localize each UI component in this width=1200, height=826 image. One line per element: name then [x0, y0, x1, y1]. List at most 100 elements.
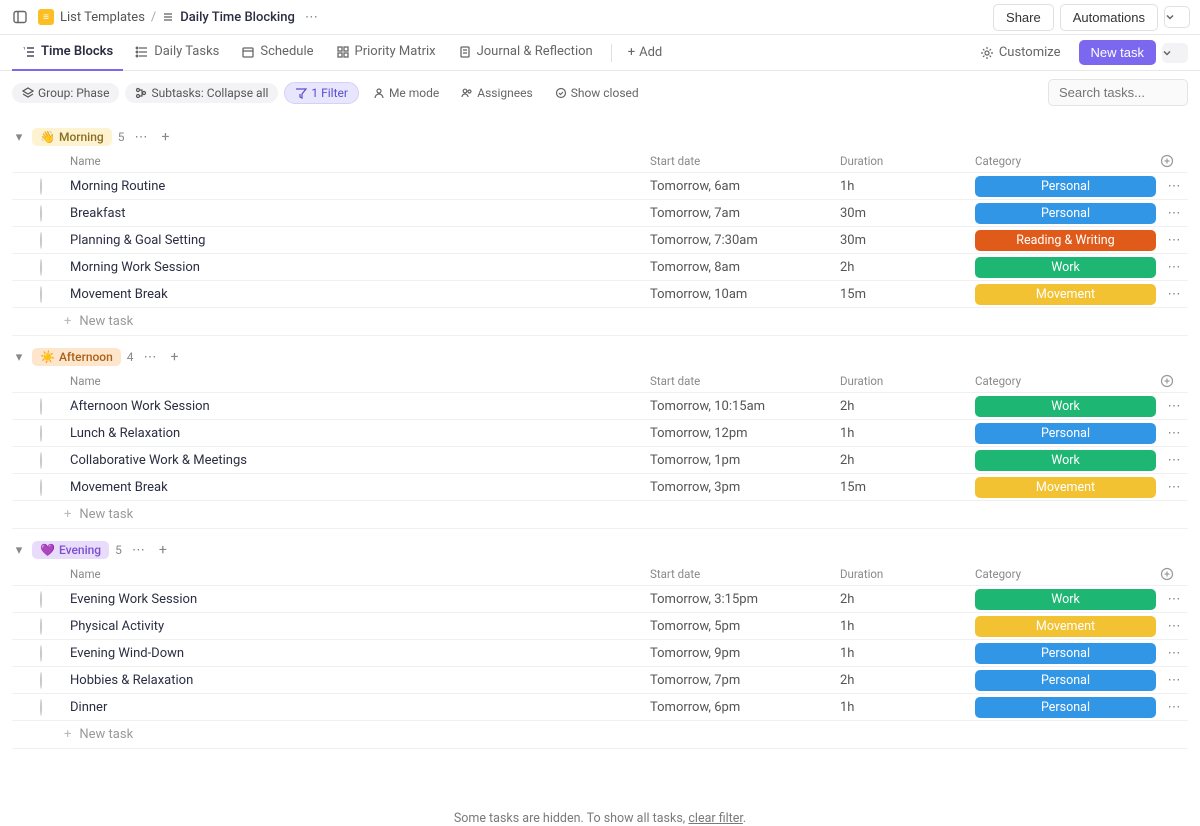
- group-add[interactable]: +: [155, 542, 171, 558]
- status-circle[interactable]: [40, 178, 42, 195]
- group-badge[interactable]: 👋Morning: [32, 128, 112, 146]
- task-row[interactable]: Hobbies & RelaxationTomorrow, 7pm2hPerso…: [12, 666, 1188, 693]
- category-pill[interactable]: Movement: [975, 477, 1156, 498]
- task-name[interactable]: Physical Activity: [70, 619, 650, 634]
- task-row[interactable]: Movement BreakTomorrow, 3pm15mMovement⋯: [12, 473, 1188, 500]
- task-duration[interactable]: 15m: [840, 287, 975, 302]
- task-start-date[interactable]: Tomorrow, 10:15am: [650, 399, 840, 414]
- me-mode[interactable]: Me mode: [365, 83, 447, 103]
- automations-button[interactable]: Automations: [1060, 4, 1158, 31]
- row-more[interactable]: ⋯: [1160, 592, 1188, 607]
- group-more[interactable]: ⋯: [130, 130, 151, 145]
- group-add[interactable]: +: [167, 349, 183, 365]
- col-start[interactable]: Start date: [650, 567, 840, 581]
- new-task-row[interactable]: +New task: [12, 307, 1188, 336]
- row-more[interactable]: ⋯: [1160, 233, 1188, 248]
- status-circle[interactable]: [40, 618, 42, 635]
- task-row[interactable]: Evening Wind-DownTomorrow, 9pm1hPersonal…: [12, 639, 1188, 666]
- task-start-date[interactable]: Tomorrow, 3pm: [650, 480, 840, 495]
- filter-chip[interactable]: 1 Filter: [284, 82, 359, 104]
- add-column[interactable]: [1160, 374, 1188, 388]
- task-name[interactable]: Movement Break: [70, 287, 650, 302]
- task-row[interactable]: Morning Work SessionTomorrow, 8am2hWork⋯: [12, 253, 1188, 280]
- new-task-button[interactable]: New task: [1079, 40, 1156, 65]
- tab-priority-matrix[interactable]: Priority Matrix: [326, 35, 446, 71]
- task-duration[interactable]: 1h: [840, 700, 975, 715]
- search-input[interactable]: [1048, 79, 1188, 106]
- tab-time-blocks[interactable]: 1 Time Blocks: [12, 35, 123, 71]
- row-more[interactable]: ⋯: [1160, 646, 1188, 661]
- category-pill[interactable]: Movement: [975, 284, 1156, 305]
- add-column[interactable]: [1160, 567, 1188, 581]
- breadcrumb-current[interactable]: Daily Time Blocking: [180, 10, 295, 25]
- task-duration[interactable]: 1h: [840, 646, 975, 661]
- col-start[interactable]: Start date: [650, 154, 840, 168]
- task-start-date[interactable]: Tomorrow, 6pm: [650, 700, 840, 715]
- row-more[interactable]: ⋯: [1160, 206, 1188, 221]
- category-pill[interactable]: Personal: [975, 697, 1156, 718]
- status-circle[interactable]: [40, 286, 42, 303]
- col-category[interactable]: Category: [975, 567, 1160, 581]
- row-more[interactable]: ⋯: [1160, 426, 1188, 441]
- category-pill[interactable]: Work: [975, 589, 1156, 610]
- task-duration[interactable]: 1h: [840, 619, 975, 634]
- collapse-caret[interactable]: ▾: [12, 543, 26, 558]
- task-row[interactable]: Afternoon Work SessionTomorrow, 10:15am2…: [12, 392, 1188, 419]
- breadcrumb-more[interactable]: ⋯: [301, 8, 322, 27]
- clear-filter-link[interactable]: clear filter: [688, 811, 743, 826]
- task-row[interactable]: Morning RoutineTomorrow, 6am1hPersonal⋯: [12, 172, 1188, 199]
- col-duration[interactable]: Duration: [840, 374, 975, 388]
- task-name[interactable]: Dinner: [70, 700, 650, 715]
- task-duration[interactable]: 2h: [840, 260, 975, 275]
- task-duration[interactable]: 2h: [840, 592, 975, 607]
- task-duration[interactable]: 30m: [840, 233, 975, 248]
- task-start-date[interactable]: Tomorrow, 10am: [650, 287, 840, 302]
- task-duration[interactable]: 2h: [840, 399, 975, 414]
- task-name[interactable]: Evening Work Session: [70, 592, 650, 607]
- tab-daily-tasks[interactable]: Daily Tasks: [125, 35, 229, 71]
- task-row[interactable]: Physical ActivityTomorrow, 5pm1hMovement…: [12, 612, 1188, 639]
- category-pill[interactable]: Movement: [975, 616, 1156, 637]
- task-name[interactable]: Evening Wind-Down: [70, 646, 650, 661]
- row-more[interactable]: ⋯: [1160, 453, 1188, 468]
- category-pill[interactable]: Personal: [975, 176, 1156, 197]
- col-duration[interactable]: Duration: [840, 154, 975, 168]
- add-view[interactable]: + Add: [620, 45, 671, 60]
- tab-journal[interactable]: Journal & Reflection: [448, 35, 603, 71]
- task-row[interactable]: Evening Work SessionTomorrow, 3:15pm2hWo…: [12, 585, 1188, 612]
- row-more[interactable]: ⋯: [1160, 480, 1188, 495]
- row-more[interactable]: ⋯: [1160, 179, 1188, 194]
- new-task-caret[interactable]: [1162, 43, 1188, 63]
- category-pill[interactable]: Personal: [975, 643, 1156, 664]
- row-more[interactable]: ⋯: [1160, 673, 1188, 688]
- group-badge[interactable]: 💜Evening: [32, 541, 109, 559]
- customize-button[interactable]: Customize: [972, 41, 1069, 64]
- task-start-date[interactable]: Tomorrow, 1pm: [650, 453, 840, 468]
- task-start-date[interactable]: Tomorrow, 5pm: [650, 619, 840, 634]
- task-start-date[interactable]: Tomorrow, 9pm: [650, 646, 840, 661]
- row-more[interactable]: ⋯: [1160, 399, 1188, 414]
- task-name[interactable]: Breakfast: [70, 206, 650, 221]
- row-more[interactable]: ⋯: [1160, 700, 1188, 715]
- category-pill[interactable]: Work: [975, 396, 1156, 417]
- task-row[interactable]: BreakfastTomorrow, 7am30mPersonal⋯: [12, 199, 1188, 226]
- status-circle[interactable]: [40, 259, 42, 276]
- col-name[interactable]: Name: [70, 374, 650, 388]
- group-badge[interactable]: ☀️Afternoon: [32, 348, 121, 366]
- task-name[interactable]: Collaborative Work & Meetings: [70, 453, 650, 468]
- task-duration[interactable]: 2h: [840, 673, 975, 688]
- task-row[interactable]: DinnerTomorrow, 6pm1hPersonal ⋯: [12, 693, 1188, 720]
- status-circle[interactable]: [40, 232, 42, 249]
- share-button[interactable]: Share: [993, 4, 1054, 31]
- col-category[interactable]: Category: [975, 374, 1160, 388]
- row-more[interactable]: ⋯: [1160, 619, 1188, 634]
- status-circle[interactable]: [40, 645, 42, 662]
- row-more[interactable]: ⋯: [1160, 287, 1188, 302]
- category-pill[interactable]: Reading & Writing: [975, 230, 1156, 251]
- automations-caret[interactable]: [1164, 6, 1190, 28]
- task-start-date[interactable]: Tomorrow, 6am: [650, 179, 840, 194]
- status-circle[interactable]: [40, 205, 42, 222]
- col-name[interactable]: Name: [70, 154, 650, 168]
- assignees[interactable]: Assignees: [453, 83, 540, 103]
- task-row[interactable]: Collaborative Work & MeetingsTomorrow, 1…: [12, 446, 1188, 473]
